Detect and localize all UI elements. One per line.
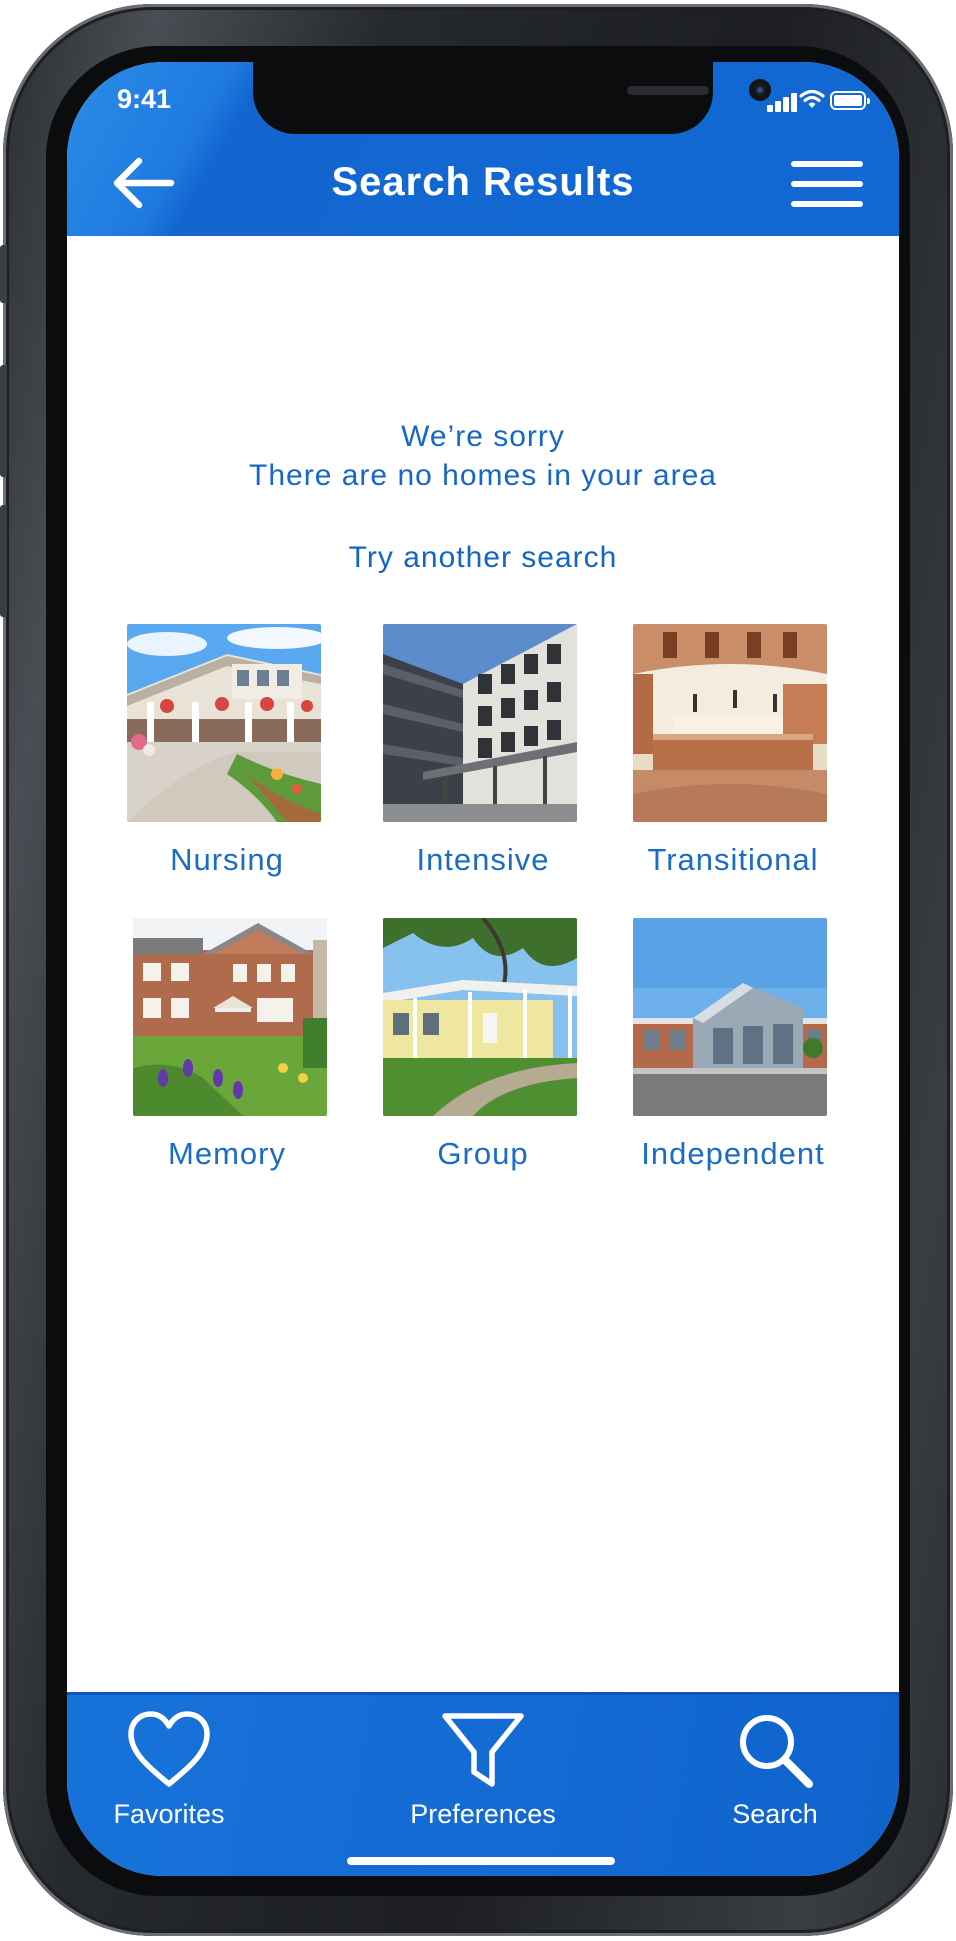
menu-button[interactable]: [791, 159, 863, 211]
app-header: 9:41 Search Results: [67, 62, 899, 236]
category-label: Independent: [641, 1136, 825, 1171]
signal-icon: [767, 105, 773, 112]
signal-bar: [791, 93, 797, 112]
volume-up-button: [0, 365, 7, 477]
tab-preferences[interactable]: Preferences: [383, 1692, 583, 1842]
hamburger-line: [791, 201, 863, 207]
memory-care-home-photo: [133, 918, 327, 1116]
page-title: Search Results: [331, 160, 635, 204]
home-indicator: [347, 1857, 615, 1865]
nursing-home-photo: [127, 624, 321, 822]
tab-label: Preferences: [410, 1799, 556, 1829]
hamburger-icon: [791, 161, 863, 167]
filter-icon: [442, 1713, 524, 1787]
signal-bar: [775, 101, 781, 112]
tab-search[interactable]: Search: [693, 1692, 857, 1842]
transitional-lobby-photo: [633, 624, 827, 822]
tab-label: Search: [732, 1799, 818, 1829]
battery-icon: [830, 91, 870, 110]
no-homes-message: There are no homes in your area: [249, 459, 717, 492]
phone-screen: 9:41 Search Results We’re sorry There ar…: [67, 62, 899, 1876]
volume-down-button: [0, 505, 7, 617]
wifi-icon: [799, 88, 825, 115]
status-icons: [717, 88, 870, 116]
group-home-photo: [383, 918, 577, 1116]
sorry-message: We’re sorry: [401, 420, 565, 453]
mute-switch: [0, 245, 7, 303]
category-label: Nursing: [170, 842, 284, 877]
tab-label: Favorites: [113, 1799, 225, 1829]
try-another-search-link[interactable]: Try another search: [67, 541, 899, 575]
category-label: Group: [437, 1136, 529, 1171]
category-label: Transitional: [647, 842, 819, 877]
heart-icon: [128, 1711, 210, 1787]
category-label: Intensive: [416, 842, 550, 877]
signal-bar: [783, 97, 789, 112]
tab-favorites[interactable]: Favorites: [69, 1692, 269, 1842]
hamburger-line: [791, 181, 863, 187]
speaker-grille: [627, 86, 709, 95]
intensive-building-photo: [383, 624, 577, 822]
search-icon: [740, 1715, 813, 1788]
front-camera: [749, 79, 771, 101]
device-notch: [253, 62, 771, 134]
bottom-tab-bar: Favorites Preferences Search: [67, 1692, 899, 1876]
independent-living-photo: [633, 918, 827, 1116]
category-label: Memory: [168, 1136, 286, 1171]
status-time: 9:41: [117, 84, 172, 114]
